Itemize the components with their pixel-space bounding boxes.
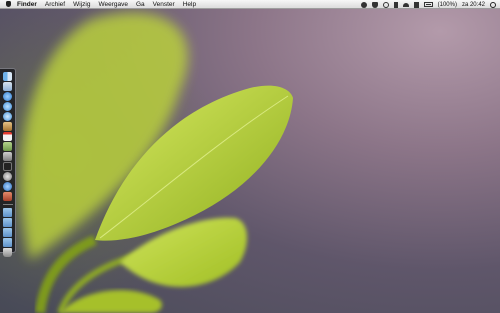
system-preferences-icon[interactable]: [3, 172, 12, 181]
menu-archief[interactable]: Archief: [45, 0, 65, 9]
wifi-icon[interactable]: [402, 2, 409, 7]
preview-icon[interactable]: [3, 142, 12, 151]
bottom-leaf: [60, 290, 162, 313]
menu-wijzig[interactable]: Wijzig: [73, 0, 90, 9]
ichat-icon[interactable]: [3, 102, 12, 111]
sync-icon[interactable]: [382, 1, 389, 8]
finder-icon[interactable]: [3, 72, 12, 81]
iphoto-icon[interactable]: [3, 152, 12, 161]
home-folder-icon[interactable]: [3, 238, 12, 247]
menu-venster[interactable]: Venster: [153, 0, 175, 9]
shield-status-icon[interactable]: [371, 1, 378, 8]
battery-percentage[interactable]: (100%): [438, 2, 457, 8]
trash-icon[interactable]: [3, 248, 12, 257]
menu-clock[interactable]: za 20:42: [462, 2, 485, 8]
terminal-icon[interactable]: [3, 162, 12, 171]
volume-icon[interactable]: [413, 1, 419, 8]
menu-finder[interactable]: Finder: [17, 0, 37, 9]
spotlight-icon[interactable]: [490, 1, 496, 8]
apple-menu-icon[interactable]: [6, 1, 11, 7]
menu-ga[interactable]: Ga: [136, 0, 145, 9]
menu-bar: Finder Archief Wijzig Weergave Ga Venste…: [0, 0, 500, 9]
leaf-wallpaper: [20, 12, 293, 313]
menu-weergave[interactable]: Weergave: [98, 0, 128, 9]
documents-folder-icon[interactable]: [3, 218, 12, 227]
address-book-icon[interactable]: [3, 122, 12, 131]
quicktime-icon[interactable]: [3, 182, 12, 191]
desktop[interactable]: Finder Archief Wijzig Weergave Ga Venste…: [0, 0, 500, 313]
safari-icon[interactable]: [3, 92, 12, 101]
downloads-folder-icon[interactable]: [3, 228, 12, 237]
ical-icon[interactable]: [3, 132, 12, 141]
menu-help[interactable]: Help: [183, 0, 196, 9]
dock: [0, 68, 16, 257]
battery-icon[interactable]: [423, 2, 433, 7]
app-status-icon[interactable]: [360, 1, 367, 8]
dock-separator: [3, 204, 13, 205]
status-menus: (100%) za 20:42: [360, 0, 496, 9]
mail-icon[interactable]: [3, 82, 12, 91]
applications-folder-icon[interactable]: [3, 208, 12, 217]
bluetooth-icon[interactable]: [393, 1, 398, 8]
itunes-icon[interactable]: [3, 112, 12, 121]
photo-booth-icon[interactable]: [3, 192, 12, 201]
